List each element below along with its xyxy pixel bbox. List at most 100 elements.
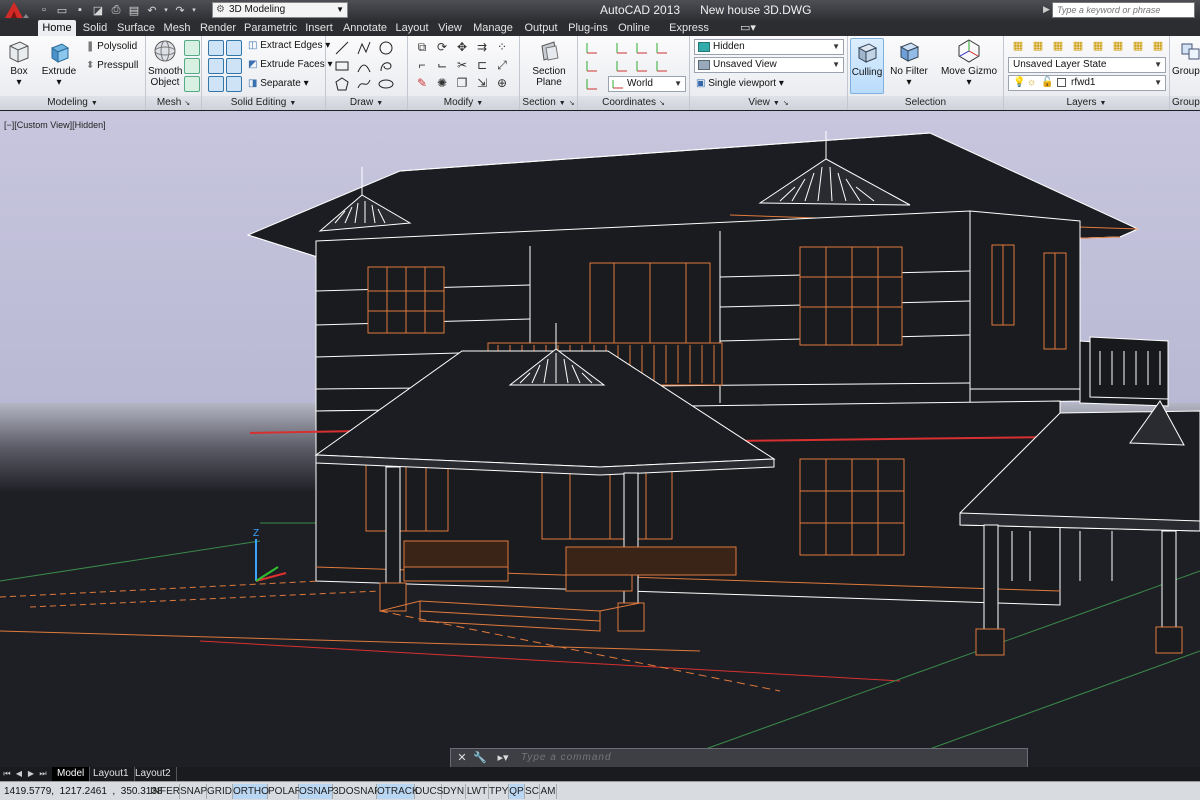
mesh-box-icon[interactable] [184, 40, 200, 56]
fillet-icon[interactable]: ⌐ [414, 58, 430, 74]
modify-panel-label[interactable]: Modify ▼ [408, 96, 519, 110]
coordinates-panel-label[interactable]: Coordinates ↘ [578, 96, 689, 110]
status-toggle-infer[interactable]: INFER [150, 784, 180, 799]
tab-surface[interactable]: Surface [116, 20, 156, 36]
join-icon[interactable]: ⊕ [494, 76, 510, 92]
status-toggle-tpy[interactable]: TPY [489, 784, 509, 799]
status-toggle-qp[interactable]: QP [509, 784, 525, 799]
status-toggle-lwt[interactable]: LWT [466, 784, 489, 799]
autocad-logo-icon[interactable] [2, 0, 32, 20]
tab-render[interactable]: Render [199, 20, 237, 36]
interfere-icon[interactable] [208, 76, 224, 92]
model-canvas[interactable]: Z [0, 111, 1200, 767]
ucs-icon[interactable] [584, 40, 600, 56]
first-layout-icon[interactable]: ⏮ [2, 768, 12, 780]
new-file-icon[interactable]: ▫ [36, 3, 52, 18]
status-toggle-dyn[interactable]: DYN [442, 784, 466, 799]
house-model[interactable] [246, 131, 1200, 656]
trim-icon[interactable]: ✂ [454, 58, 470, 74]
view-panel-label[interactable]: View ▼ ↘ [690, 96, 847, 110]
search-expand-icon[interactable]: ▶ [1043, 4, 1050, 15]
status-toggle-am[interactable]: AM [540, 784, 557, 799]
arc-icon[interactable] [356, 58, 372, 74]
groups-panel-label[interactable]: Groups [1170, 96, 1200, 110]
status-toggle-ducs[interactable]: DUCS [415, 784, 443, 799]
explode-icon[interactable]: ✺ [434, 76, 450, 92]
tab-parametric[interactable]: Parametric [244, 20, 297, 36]
layer-off-icon[interactable]: ▦ [1030, 39, 1046, 55]
redo-icon[interactable]: ↷ [172, 3, 188, 18]
drawing-viewport[interactable]: Z [0, 111, 1200, 767]
line-icon[interactable] [334, 40, 350, 56]
status-toggle-grid[interactable]: GRID [207, 784, 233, 799]
box-button[interactable]: Box ▾ [4, 38, 34, 88]
solid-editing-panel-label[interactable]: Solid Editing ▼ [202, 96, 325, 110]
move-3d-icon[interactable]: ✥ [454, 40, 470, 56]
status-toggle-ortho[interactable]: ORTHO [233, 784, 269, 799]
chamfer-icon[interactable]: ⌙ [434, 58, 450, 74]
spline-icon[interactable] [356, 76, 372, 92]
redo-dropdown-icon[interactable]: ▾ [190, 3, 198, 18]
tab-express-tools[interactable]: Express Tools [658, 20, 720, 50]
array-icon[interactable]: ⁘ [494, 40, 510, 56]
prev-layout-icon[interactable]: ◀ [14, 768, 24, 780]
ellipse-icon[interactable] [378, 76, 394, 92]
command-input[interactable] [521, 751, 1023, 765]
wrench-icon[interactable]: 🔧 [473, 751, 487, 765]
layer-properties-icon[interactable]: ▦ [1010, 39, 1026, 55]
smooth-object-button[interactable]: Smooth Object [148, 38, 182, 88]
status-toggle-otrack[interactable]: OTRACK [377, 784, 419, 799]
tab-insert[interactable]: Insert [302, 20, 336, 36]
layers-panel-label[interactable]: Layers ▼ [1004, 96, 1169, 110]
viewport-config-button[interactable]: ▣ Single viewport ▾ [696, 76, 784, 92]
viewport-controls[interactable]: [−][Custom View][Hidden] [4, 120, 106, 130]
command-history-icon[interactable]: ▸▾ [493, 751, 513, 765]
layer-state-dropdown[interactable]: Unsaved Layer State ▼ [1008, 57, 1166, 73]
open-folder-icon[interactable]: ▭ [54, 3, 70, 18]
mirror-3d-icon[interactable]: ⧉ [414, 40, 430, 56]
extrude-faces-button[interactable]: ◩ Extrude Faces ▾ [248, 57, 333, 73]
tab-online[interactable]: Online [616, 20, 652, 36]
tab-mesh[interactable]: Mesh [162, 20, 192, 36]
print-icon[interactable]: ▤ [126, 3, 142, 18]
current-layer-dropdown[interactable]: 💡 ☼ 🔓 rfwd1 ▼ [1008, 75, 1166, 91]
tab-view[interactable]: View [436, 20, 464, 36]
rotate-3d-icon[interactable]: ⟳ [434, 40, 450, 56]
polygon-icon[interactable] [334, 76, 350, 92]
tab-plugins[interactable]: Plug-ins [566, 20, 610, 36]
intersect-icon[interactable] [208, 58, 224, 74]
layer-lock-icon[interactable]: ▦ [1090, 39, 1106, 55]
undo-icon[interactable]: ↶ [144, 3, 160, 18]
close-icon[interactable]: ✕ [455, 751, 469, 765]
layer-walk-icon[interactable]: ▦ [1150, 39, 1166, 55]
ucs-x-icon[interactable] [614, 58, 630, 74]
mesh-panel-label[interactable]: Mesh ↘ [146, 96, 201, 110]
scale-icon[interactable]: ⤢ [494, 58, 510, 74]
stretch-icon[interactable]: ⇲ [474, 76, 490, 92]
polyline-icon[interactable] [356, 40, 372, 56]
presspull-button[interactable]: ⬍ Presspull [86, 58, 138, 74]
copy-icon[interactable]: ❐ [454, 76, 470, 92]
status-toggle-polar[interactable]: POLAR [268, 784, 302, 799]
status-toggle-3dosnap[interactable]: 3DOSNAP [333, 784, 381, 799]
circle-icon[interactable] [378, 40, 394, 56]
status-toggle-osnap[interactable]: OSNAP [299, 784, 334, 799]
offset-icon[interactable]: ⊏ [474, 58, 490, 74]
mesh-cylinder-icon[interactable] [184, 58, 200, 74]
align-icon[interactable]: ⇉ [474, 40, 490, 56]
ucs-object-icon[interactable] [634, 40, 650, 56]
tab-annotate[interactable]: Annotate [342, 20, 388, 36]
thicken-icon[interactable] [226, 76, 242, 92]
next-layout-icon[interactable]: ▶ [26, 768, 36, 780]
status-toggle-sc[interactable]: SC [525, 784, 540, 799]
separate-button[interactable]: ◨ Separate ▾ [248, 76, 309, 92]
move-gizmo-button[interactable]: Move Gizmo ▾ [938, 38, 1000, 88]
tab-manage[interactable]: Manage [472, 20, 514, 36]
plot-icon[interactable]: ⎙ [108, 3, 124, 18]
ucs-named-icon[interactable] [584, 58, 600, 74]
tab-model[interactable]: Model [52, 767, 91, 781]
ribbon-minimize-icon[interactable]: ▭▾ [736, 20, 760, 36]
rectangle-icon[interactable] [334, 58, 350, 74]
tab-output[interactable]: Output [522, 20, 560, 36]
ucs-3point-icon[interactable] [584, 76, 600, 92]
